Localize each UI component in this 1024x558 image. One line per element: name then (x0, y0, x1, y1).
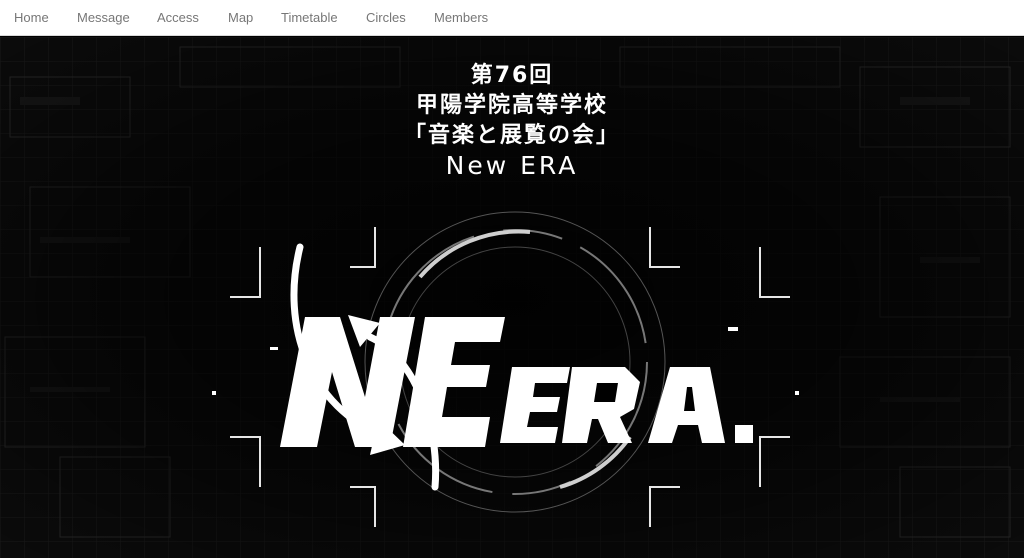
hero-section: 第76回 甲陽学院高等学校 「音楽と展覧の会」 New ERA (0, 37, 1024, 558)
nav-access-link[interactable]: Access (157, 10, 199, 25)
nav-map-link[interactable]: Map (228, 10, 253, 25)
edition-title: 第76回 (470, 63, 554, 88)
event-theme: New ERA (445, 151, 579, 180)
nav-timetable-link[interactable]: Timetable (281, 10, 338, 25)
nav-members-link[interactable]: Members (434, 10, 488, 25)
new-era-logo (212, 211, 799, 527)
nav-circles-link[interactable]: Circles (366, 10, 406, 25)
nav-message-link[interactable]: Message (77, 10, 130, 25)
top-nav: Home Message Access Map Timetable Circle… (0, 0, 1024, 36)
event-name: 「音楽と展覧の会」 (403, 123, 620, 148)
hero-title-block: 第76回 甲陽学院高等学校 「音楽と展覧の会」 New ERA (0, 61, 1024, 181)
nav-home-link[interactable]: Home (14, 10, 49, 25)
school-name: 甲陽学院高等学校 (415, 93, 608, 118)
